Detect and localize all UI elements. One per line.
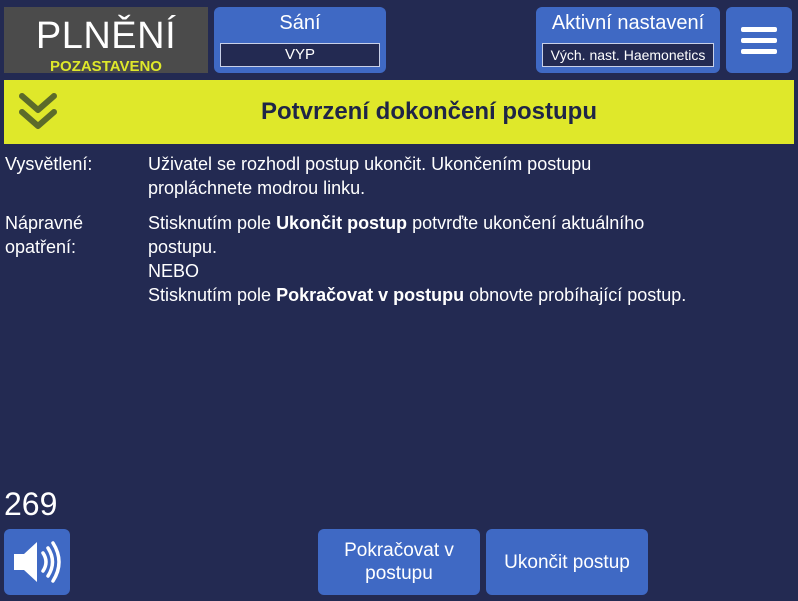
remedy-line-4-bold: Pokračovat v postupu (276, 285, 465, 305)
explanation-text: Uživatel se rozhodl postup ukončit. Ukon… (148, 152, 788, 200)
active-settings-label: Aktivní nastavení (551, 12, 705, 34)
suction-panel[interactable]: Sání VYP (214, 7, 386, 73)
alert-title: Potvrzení dokončení postupu (260, 98, 597, 125)
remedy-line-1-suffix: potvrďte ukončení aktuálního (407, 213, 645, 233)
procedure-status-title: PLNĚNÍ (35, 15, 177, 57)
continue-label-line-1: Pokračovat v (344, 540, 454, 561)
remedy-text: Stisknutím pole Ukončit postup potvrďte … (148, 211, 788, 307)
explanation-line-1: Uživatel se rozhodl postup ukončit. Ukon… (148, 154, 592, 174)
explanation-label: Vysvětlení: (5, 154, 93, 174)
speaker-icon (14, 541, 61, 583)
remedy-line-1-prefix: Stisknutím pole (148, 213, 277, 233)
remedy-line-4: Stisknutím pole Pokračovat v postupu obn… (148, 283, 788, 307)
remedy-line-4-prefix: Stisknutím pole (148, 285, 277, 305)
explanation-line-2: propláchnete modrou linku. (148, 178, 366, 198)
continue-label-line-2: postupu (365, 563, 433, 584)
active-settings-value: Vých. nast. Haemonetics (542, 43, 714, 67)
double-chevron-down-icon[interactable] (16, 90, 60, 134)
continue-procedure-button[interactable]: Pokračovat v postupu (318, 529, 480, 595)
procedure-status-box: PLNĚNÍ POZASTAVENO (4, 7, 208, 75)
remedy-line-2: postupu. (148, 237, 218, 257)
active-settings-panel[interactable]: Aktivní nastavení Vých. nast. Haemonetic… (536, 7, 720, 73)
alert-banner: Potvrzení dokončení postupu (4, 80, 794, 144)
alert-code: 269 (4, 486, 58, 522)
continue-procedure-label: Pokračovat v postupu (344, 539, 454, 585)
remedy-line-4-suffix: obnovte probíhající postup. (464, 285, 687, 305)
remedy-label-line-1: Nápravné (5, 213, 84, 233)
remedy-label: Nápravné opatření: (5, 211, 83, 259)
end-procedure-button[interactable]: Ukončit postup (486, 529, 648, 595)
sound-button[interactable] (4, 529, 70, 595)
suction-label: Sání (279, 12, 321, 34)
remedy-line-1: Stisknutím pole Ukončit postup potvrďte … (148, 211, 788, 235)
remedy-label-line-2: opatření: (5, 237, 77, 257)
procedure-status-subtitle: POZASTAVENO (50, 58, 162, 75)
suction-value: VYP (220, 43, 380, 67)
menu-button[interactable] (726, 7, 792, 73)
remedy-line-3: NEBO (148, 261, 200, 281)
remedy-line-1-bold: Ukončit postup (276, 213, 408, 233)
